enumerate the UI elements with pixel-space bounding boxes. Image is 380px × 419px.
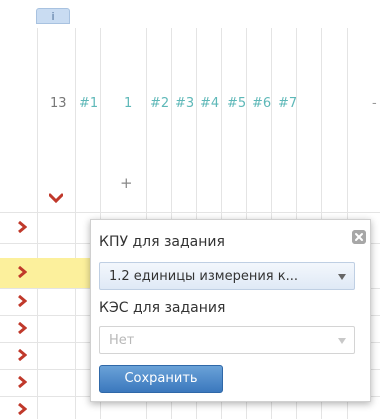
- column-label[interactable]: #5: [227, 96, 246, 112]
- grid-line: [0, 212, 380, 213]
- more-indicator: -: [372, 96, 377, 111]
- column-label[interactable]: #4: [200, 96, 219, 112]
- grid-line: [37, 28, 38, 419]
- kes-label: КЭС для задания: [99, 300, 226, 316]
- info-tab[interactable]: i: [36, 8, 70, 24]
- chevron-right-icon[interactable]: [17, 322, 27, 334]
- column-label[interactable]: #2: [150, 96, 169, 112]
- chevron-down-icon: [338, 338, 346, 344]
- add-icon[interactable]: +: [120, 175, 133, 191]
- chevron-right-icon[interactable]: [17, 403, 27, 415]
- column-label[interactable]: 1: [124, 96, 132, 112]
- assignment-popup: КПУ для задания 1.2 единицы измерения к.…: [90, 219, 371, 402]
- kes-select-value: Нет: [109, 333, 135, 348]
- chevron-right-icon[interactable]: [17, 266, 27, 278]
- close-icon[interactable]: [352, 230, 366, 244]
- chevron-down-icon: [338, 274, 346, 280]
- chevron-right-icon[interactable]: [17, 295, 27, 307]
- chevron-down-icon[interactable]: [49, 193, 63, 203]
- column-label[interactable]: #1: [79, 96, 98, 112]
- kpu-select-value: 1.2 единицы измерения к...: [109, 269, 299, 284]
- column-label[interactable]: #6: [252, 96, 271, 112]
- grid-line: [75, 28, 76, 419]
- chevron-right-icon[interactable]: [17, 349, 27, 361]
- chevron-right-icon[interactable]: [17, 376, 27, 388]
- chevron-right-icon[interactable]: [17, 221, 27, 233]
- kpu-label: КПУ для задания: [99, 234, 225, 250]
- column-label[interactable]: #3: [175, 96, 194, 112]
- kpu-select[interactable]: 1.2 единицы измерения к...: [99, 262, 355, 290]
- save-button[interactable]: Сохранить: [99, 365, 223, 393]
- column-label[interactable]: 13: [50, 96, 67, 112]
- column-label[interactable]: #7: [278, 96, 297, 112]
- kes-select[interactable]: Нет: [99, 326, 355, 354]
